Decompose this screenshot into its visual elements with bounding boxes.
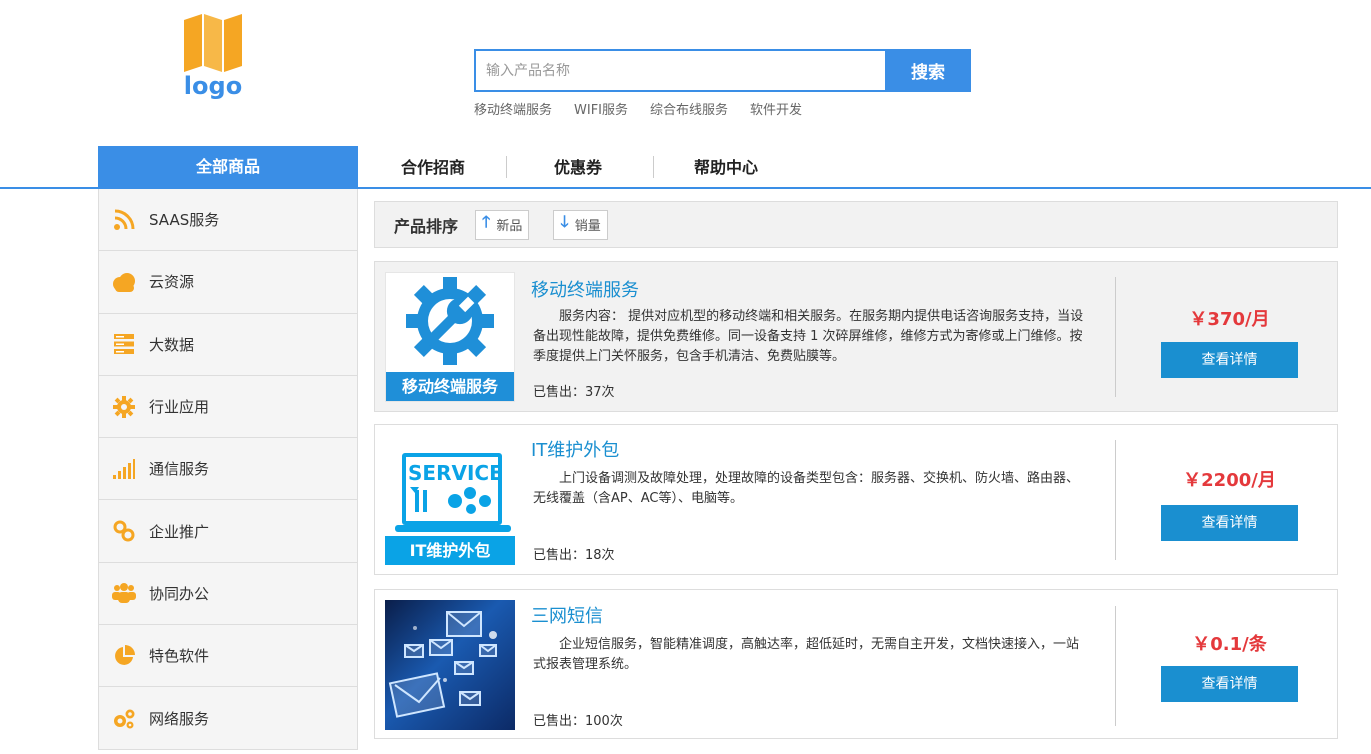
server-icon (111, 331, 137, 357)
gear-icon (111, 394, 137, 420)
product-price: ￥2200/月 (1183, 470, 1276, 491)
product-title[interactable]: 移动终端服务 (531, 276, 639, 302)
sidebar-item-office[interactable]: 协同办公 (99, 563, 357, 626)
product-thumbnail[interactable]: SERVICE IT维护外包 (385, 435, 515, 565)
logo-text: logo (183, 72, 243, 100)
product-price: ￥0.1/条 (1192, 634, 1267, 655)
category-sidebar: SAAS服务 云资源 大数据 行业应用 通信服务 企业推广 协同办公 特色软件 … (98, 189, 358, 750)
sidebar-item-saas[interactable]: SAAS服务 (99, 189, 357, 252)
view-details-button[interactable]: 查看详情 (1161, 505, 1298, 541)
sidebar-item-label: 大数据 (149, 335, 195, 354)
product-title[interactable]: IT维护外包 (531, 436, 619, 462)
product-card: SERVICE IT维护外包 IT维护外包 上门设备调测及故障处理，处理故障的设… (374, 424, 1338, 575)
sidebar-item-telecom[interactable]: 通信服务 (99, 438, 357, 501)
users-icon (111, 580, 137, 606)
sort-sales-label: 销量 (574, 219, 601, 234)
sidebar-item-label: 通信服务 (149, 460, 210, 479)
sidebar-item-label: SAAS服务 (149, 211, 220, 230)
product-title[interactable]: 三网短信 (531, 602, 603, 628)
thumbnail-caption: IT维护外包 (385, 536, 515, 565)
card-divider (1115, 277, 1116, 397)
product-card: 三网短信 企业短信服务，智能精准调度，高触达率，超低延时，无需自主开发，文档快速… (374, 589, 1338, 739)
main-nav: 全部商品 合作招商 优惠券 帮助中心 (0, 146, 1371, 189)
sidebar-item-label: 企业推广 (149, 522, 210, 541)
sidebar-item-industry[interactable]: 行业应用 (99, 376, 357, 439)
product-card: 移动终端服务 移动终端服务 服务内容： 提供对应机型的移动终端和相关服务。在服务… (374, 261, 1338, 412)
link-icon (111, 518, 137, 544)
nav-item-coupons[interactable]: 优惠券 (554, 146, 602, 187)
envelopes-icon (388, 611, 497, 718)
sidebar-item-software[interactable]: 特色软件 (99, 625, 357, 688)
sort-new-button[interactable]: 🡑 新品 (475, 209, 530, 240)
sidebar-item-label: 行业应用 (149, 398, 210, 417)
product-thumbnail[interactable]: 移动终端服务 (385, 272, 515, 402)
hot-keyword-link[interactable]: 移动终端服务 (474, 99, 552, 118)
search-input[interactable] (474, 49, 885, 92)
sidebar-item-bigdata[interactable]: 大数据 (99, 314, 357, 376)
search-button[interactable]: 搜索 (885, 49, 971, 92)
nav-all-products[interactable]: 全部商品 (98, 146, 358, 187)
sidebar-item-label: 云资源 (149, 273, 195, 292)
pie-chart-icon (111, 643, 137, 669)
product-sold-count: 已售出：100次 (533, 714, 623, 729)
nav-item-partnership[interactable]: 合作招商 (401, 146, 465, 187)
sidebar-item-cloud[interactable]: 云资源 (99, 251, 357, 314)
arrow-up-icon: 🡑 (482, 212, 491, 231)
hot-keywords: 移动终端服务 WIFI服务 综合布线服务 软件开发 (474, 99, 802, 118)
product-sold-count: 已售出：18次 (533, 548, 615, 563)
sort-sales-button[interactable]: 🡓 销量 (553, 209, 608, 240)
card-divider (1115, 440, 1116, 560)
product-thumbnail[interactable] (385, 600, 515, 730)
product-price: ￥370/月 (1189, 309, 1270, 330)
view-details-button[interactable]: 查看详情 (1161, 666, 1298, 702)
nav-item-help-center[interactable]: 帮助中心 (694, 146, 758, 187)
view-details-button[interactable]: 查看详情 (1161, 342, 1298, 378)
service-label: SERVICE (408, 461, 503, 485)
nav-divider (653, 156, 654, 178)
hot-keyword-link[interactable]: WIFI服务 (574, 99, 628, 118)
product-description: 上门设备调测及故障处理，处理故障的设备类型包含：服务器、交换机、防火墙、路由器、… (533, 471, 1080, 506)
product-description: 服务内容： 提供对应机型的移动终端和相关服务。在服务期内提供电话咨询服务支持，当… (533, 309, 1084, 364)
sidebar-item-network[interactable]: 网络服务 (99, 687, 357, 749)
wrench-gear-icon (406, 277, 494, 365)
sort-new-label: 新品 (496, 219, 523, 234)
thumbnail-caption: 移动终端服务 (386, 372, 514, 401)
sidebar-item-label: 网络服务 (149, 710, 210, 729)
service-laptop-icon (395, 453, 511, 532)
sidebar-item-label: 协同办公 (149, 584, 210, 603)
arrow-down-icon: 🡓 (560, 212, 569, 231)
product-sold-count: 已售出：37次 (533, 385, 615, 400)
sort-bar: 产品排序 🡑 新品 🡓 销量 (374, 201, 1338, 248)
signal-icon (111, 456, 137, 482)
logo[interactable]: logo (183, 14, 243, 100)
search-bar: 搜索 (474, 49, 971, 92)
map-logo-icon (184, 14, 242, 72)
cloud-icon (111, 269, 137, 295)
card-divider (1115, 606, 1116, 726)
hot-keyword-link[interactable]: 综合布线服务 (650, 99, 728, 118)
hot-keyword-link[interactable]: 软件开发 (750, 99, 802, 118)
sidebar-item-promotion[interactable]: 企业推广 (99, 500, 357, 563)
gears-icon (111, 706, 137, 732)
sort-title: 产品排序 (394, 216, 459, 236)
product-description: 企业短信服务，智能精准调度，高触达率，超低延时，无需自主开发，文档快速接入，一站… (533, 637, 1080, 672)
rss-icon (111, 207, 137, 233)
nav-divider (506, 156, 507, 178)
sidebar-item-label: 特色软件 (149, 647, 210, 666)
